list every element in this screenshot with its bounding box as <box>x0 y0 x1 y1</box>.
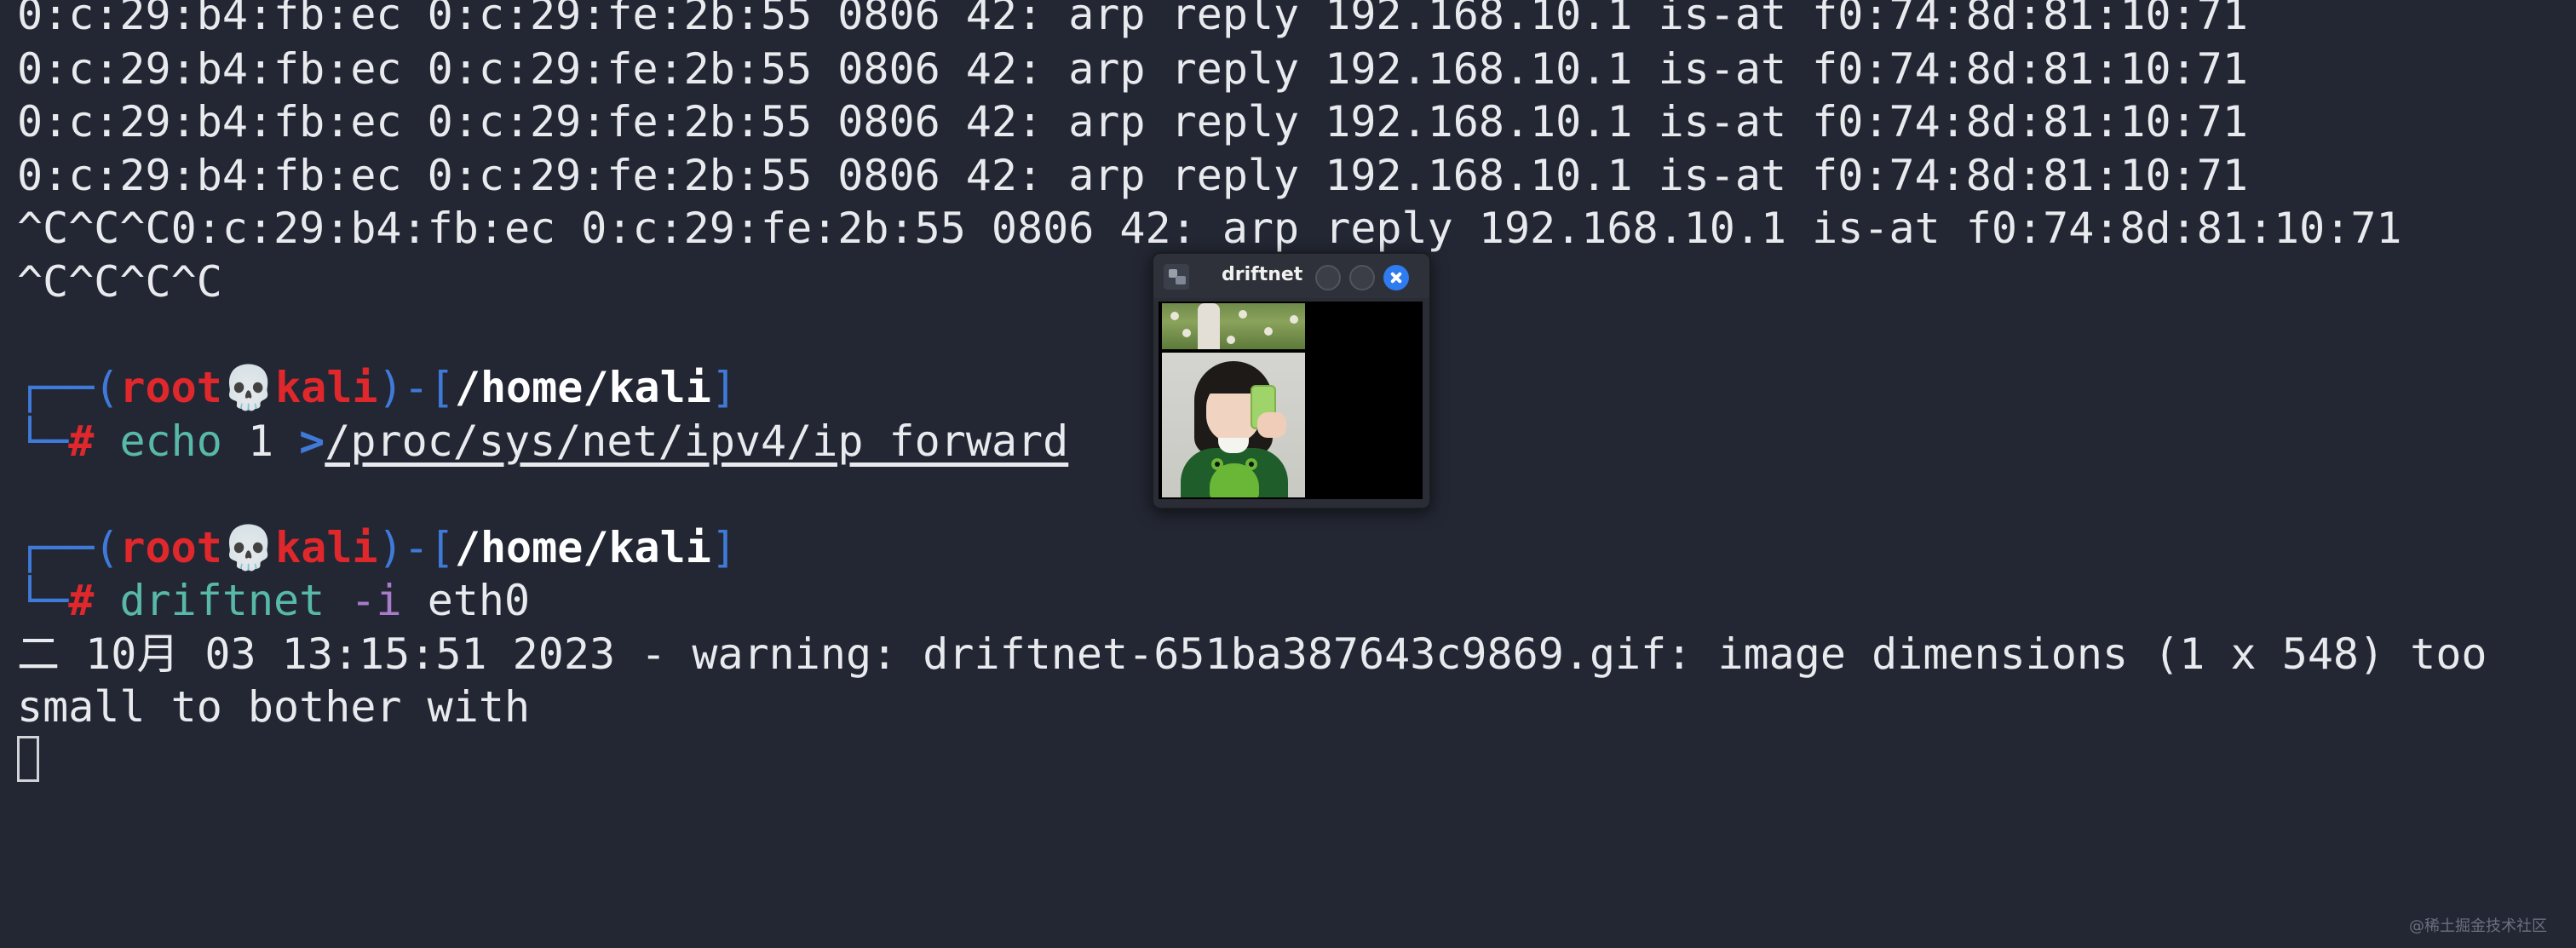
prompt-bracket-close: ] <box>710 523 737 572</box>
prompt-user: root <box>119 523 222 572</box>
driftnet-image-canvas[interactable] <box>1159 302 1423 499</box>
output-interrupt-line: ^C^C^C^C <box>17 257 222 307</box>
command-args: 1 <box>221 417 300 466</box>
command-redirect: > <box>299 417 325 466</box>
command-line: └─# echo 1 >/proc/sys/net/ipv4/ip_forwar… <box>17 415 1068 468</box>
prompt-corner-top: ┌──( <box>17 363 120 412</box>
prompt-path: /home/kali <box>454 363 711 412</box>
prompt-hash: # <box>68 417 95 466</box>
prompt-bracket-close: ] <box>710 363 737 412</box>
command-name: driftnet <box>119 576 325 625</box>
output-arp-line: 0:c:29:b4:fb:ec 0:c:29:fe:2b:55 0806 42:… <box>17 44 2248 94</box>
minimize-icon[interactable] <box>1315 265 1341 290</box>
command-line: └─# driftnet -i eth0 <box>17 574 530 627</box>
prompt-corner-bottom: └─ <box>17 576 69 625</box>
prompt-separator: )-[ <box>377 523 455 572</box>
watermark-text: @稀土掘金技术社区 <box>2409 917 2547 935</box>
output-arp-line: 0:c:29:b4:fb:ec 0:c:29:fe:2b:55 0806 42:… <box>17 151 2248 200</box>
captured-image-selfie[interactable] <box>1162 353 1305 497</box>
output-warning-line: small to bother with <box>17 682 531 732</box>
output-arp-line: ^C^C^C0:c:29:b4:fb:ec 0:c:29:fe:2b:55 08… <box>17 204 2402 253</box>
prompt-hash: # <box>68 576 95 625</box>
prompt-separator: )-[ <box>377 363 455 412</box>
command-name: echo <box>119 417 222 466</box>
prompt-host: kali <box>275 523 378 572</box>
command-flag: -i <box>350 576 402 625</box>
driftnet-window[interactable]: driftnet <box>1152 252 1431 509</box>
command-target-path: /proc/sys/net/ipv4/ip_forward <box>325 417 1069 466</box>
prompt-corner-top: ┌──( <box>17 523 120 572</box>
driftnet-app-icon <box>1164 264 1189 290</box>
skull-icon: 💀 <box>221 363 276 412</box>
prompt-host: kali <box>275 363 378 412</box>
output-arp-line: 0:c:29:b4:fb:ec 0:c:29:fe:2b:55 0806 42:… <box>17 97 2248 147</box>
terminal-cursor[interactable] <box>17 736 39 782</box>
driftnet-titlebar[interactable]: driftnet <box>1153 254 1429 298</box>
output-arp-line: 0:c:29:b4:fb:ec 0:c:29:fe:2b:55 0806 42:… <box>17 0 2248 39</box>
prompt-line: ┌──(root💀kali)-[/home/kali] <box>17 361 737 414</box>
skull-icon: 💀 <box>221 523 276 572</box>
driftnet-title: driftnet <box>1222 264 1303 285</box>
close-icon[interactable] <box>1383 265 1409 290</box>
captured-image-flower-field[interactable] <box>1162 303 1305 349</box>
output-warning-line: 二 10月 03 13:15:51 2023 - warning: driftn… <box>17 629 2487 679</box>
command-arg: eth0 <box>427 576 531 625</box>
maximize-icon[interactable] <box>1349 265 1375 290</box>
prompt-line: ┌──(root💀kali)-[/home/kali] <box>17 521 737 574</box>
prompt-path: /home/kali <box>454 523 711 572</box>
prompt-user: root <box>119 363 222 412</box>
prompt-corner-bottom: └─ <box>17 417 69 466</box>
